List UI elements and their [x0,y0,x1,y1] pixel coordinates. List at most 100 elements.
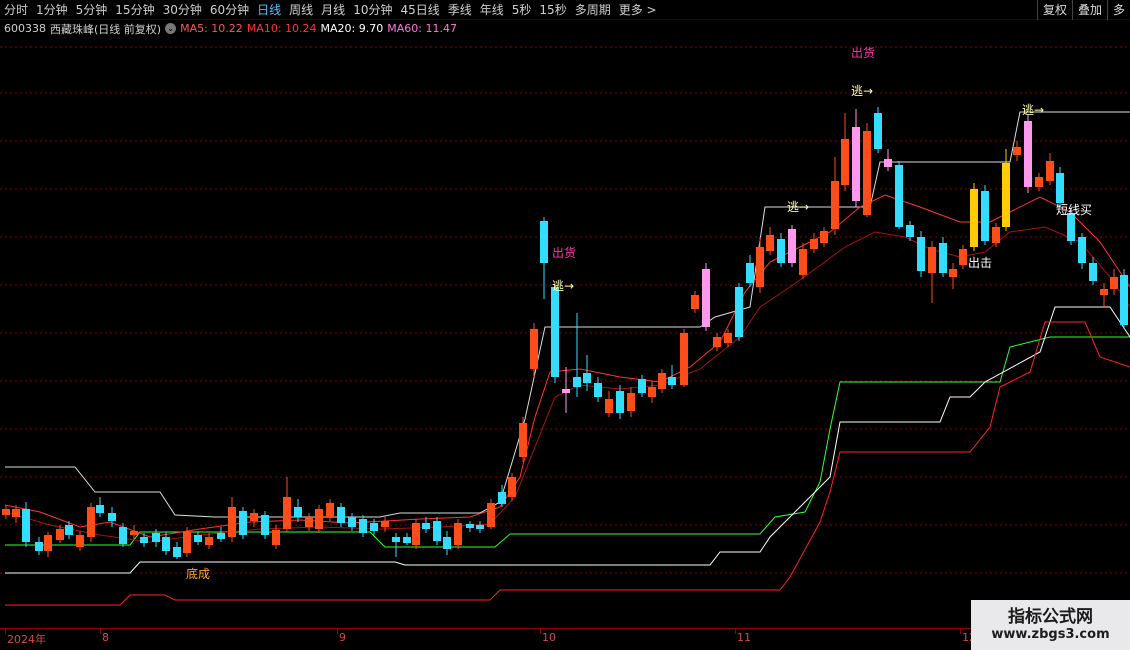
candle-body[interactable] [724,333,732,343]
candle-body[interactable] [205,537,213,545]
period-tab-11[interactable]: 季线 [444,0,476,20]
candle-body[interactable] [1024,121,1032,187]
candle-body[interactable] [12,509,20,517]
candle-body[interactable] [76,535,84,547]
candle-body[interactable] [583,373,591,383]
candle-body[interactable] [756,247,764,287]
toolbar-button-2[interactable]: 多 [1106,0,1130,20]
candle-body[interactable] [370,523,378,531]
candle-body[interactable] [702,269,710,327]
candle-body[interactable] [638,379,646,393]
candle-body[interactable] [895,165,903,227]
candle-body[interactable] [173,547,181,557]
candle-body[interactable] [627,393,635,411]
toolbar-button-1[interactable]: 叠加 [1071,0,1107,20]
candle-body[interactable] [746,263,754,283]
candle-body[interactable] [605,399,613,413]
candle-body[interactable] [272,530,280,545]
period-tab-10[interactable]: 45日线 [396,0,443,20]
candle-body[interactable] [315,509,323,529]
period-tab-8[interactable]: 月线 [317,0,349,20]
candle-body[interactable] [487,503,495,527]
candle-body[interactable] [183,532,191,553]
candle-body[interactable] [412,523,420,545]
candle-body[interactable] [735,287,743,337]
period-tab-16[interactable]: 更多 > [615,0,661,20]
candle-body[interactable] [508,477,516,497]
period-tab-13[interactable]: 5秒 [508,0,536,20]
candle-body[interactable] [831,181,839,229]
candle-body[interactable] [573,377,581,387]
candle-body[interactable] [44,535,52,551]
candle-body[interactable] [261,515,269,535]
candle-body[interactable] [65,525,73,535]
candle-body[interactable] [1056,173,1064,203]
candle-body[interactable] [250,513,258,521]
candle-body[interactable] [1013,147,1021,155]
candle-body[interactable] [1046,161,1054,181]
candle-body[interactable] [992,227,1000,243]
toolbar-button-0[interactable]: 复权 [1036,0,1072,20]
candle-body[interactable] [810,239,818,249]
candle-body[interactable] [294,507,302,517]
candle-body[interactable] [852,127,860,201]
candle-body[interactable] [433,521,441,541]
period-tab-14[interactable]: 15秒 [535,0,570,20]
candle-body[interactable] [949,269,957,277]
period-tab-3[interactable]: 15分钟 [111,0,158,20]
candle-body[interactable] [939,243,947,273]
candle-body[interactable] [594,383,602,397]
candle-body[interactable] [820,231,828,243]
candle-body[interactable] [766,235,774,251]
candle-body[interactable] [959,249,967,265]
period-tab-5[interactable]: 60分钟 [206,0,253,20]
candle-body[interactable] [140,537,148,543]
candle-body[interactable] [680,333,688,385]
candle-body[interactable] [777,239,785,263]
candle-body[interactable] [562,389,570,393]
candle-body[interactable] [1110,277,1118,289]
candle-body[interactable] [337,507,345,523]
candle-body[interactable] [863,131,871,215]
candle-body[interactable] [884,159,892,167]
candle-body[interactable] [466,524,474,528]
candle-body[interactable] [239,511,247,535]
period-tab-1[interactable]: 1分钟 [32,0,72,20]
candle-body[interactable] [616,391,624,413]
candle-body[interactable] [96,505,104,513]
candle-body[interactable] [540,221,548,263]
candle-body[interactable] [658,373,666,389]
period-tab-7[interactable]: 周线 [285,0,317,20]
candle-body[interactable] [35,542,43,551]
candle-body[interactable] [217,533,225,539]
candle-body[interactable] [498,492,506,504]
candle-body[interactable] [130,531,138,535]
candle-body[interactable] [403,537,411,543]
candle-body[interactable] [981,191,989,241]
candle-body[interactable] [713,337,721,347]
period-tab-9[interactable]: 10分钟 [349,0,396,20]
candle-body[interactable] [87,507,95,537]
candle-body[interactable] [799,249,807,275]
candle-body[interactable] [359,519,367,533]
candle-body[interactable] [917,237,925,271]
candle-body[interactable] [691,295,699,309]
candle-body[interactable] [326,503,334,517]
period-tab-6[interactable]: 日线 [253,0,285,20]
candle-body[interactable] [874,113,882,149]
candle-body[interactable] [162,537,170,551]
candle-body[interactable] [22,509,30,542]
candle-body[interactable] [454,523,462,545]
candle-body[interactable] [422,523,430,529]
period-tab-4[interactable]: 30分钟 [159,0,206,20]
candle-body[interactable] [928,247,936,273]
candle-body[interactable] [1100,289,1108,295]
candle-body[interactable] [551,287,559,377]
candle-body[interactable] [476,525,484,529]
candle-body[interactable] [970,189,978,247]
candle-body[interactable] [1002,163,1010,227]
period-tab-12[interactable]: 年线 [476,0,508,20]
candle-body[interactable] [108,513,116,521]
candle-body[interactable] [228,507,236,537]
candle-body[interactable] [530,329,538,369]
